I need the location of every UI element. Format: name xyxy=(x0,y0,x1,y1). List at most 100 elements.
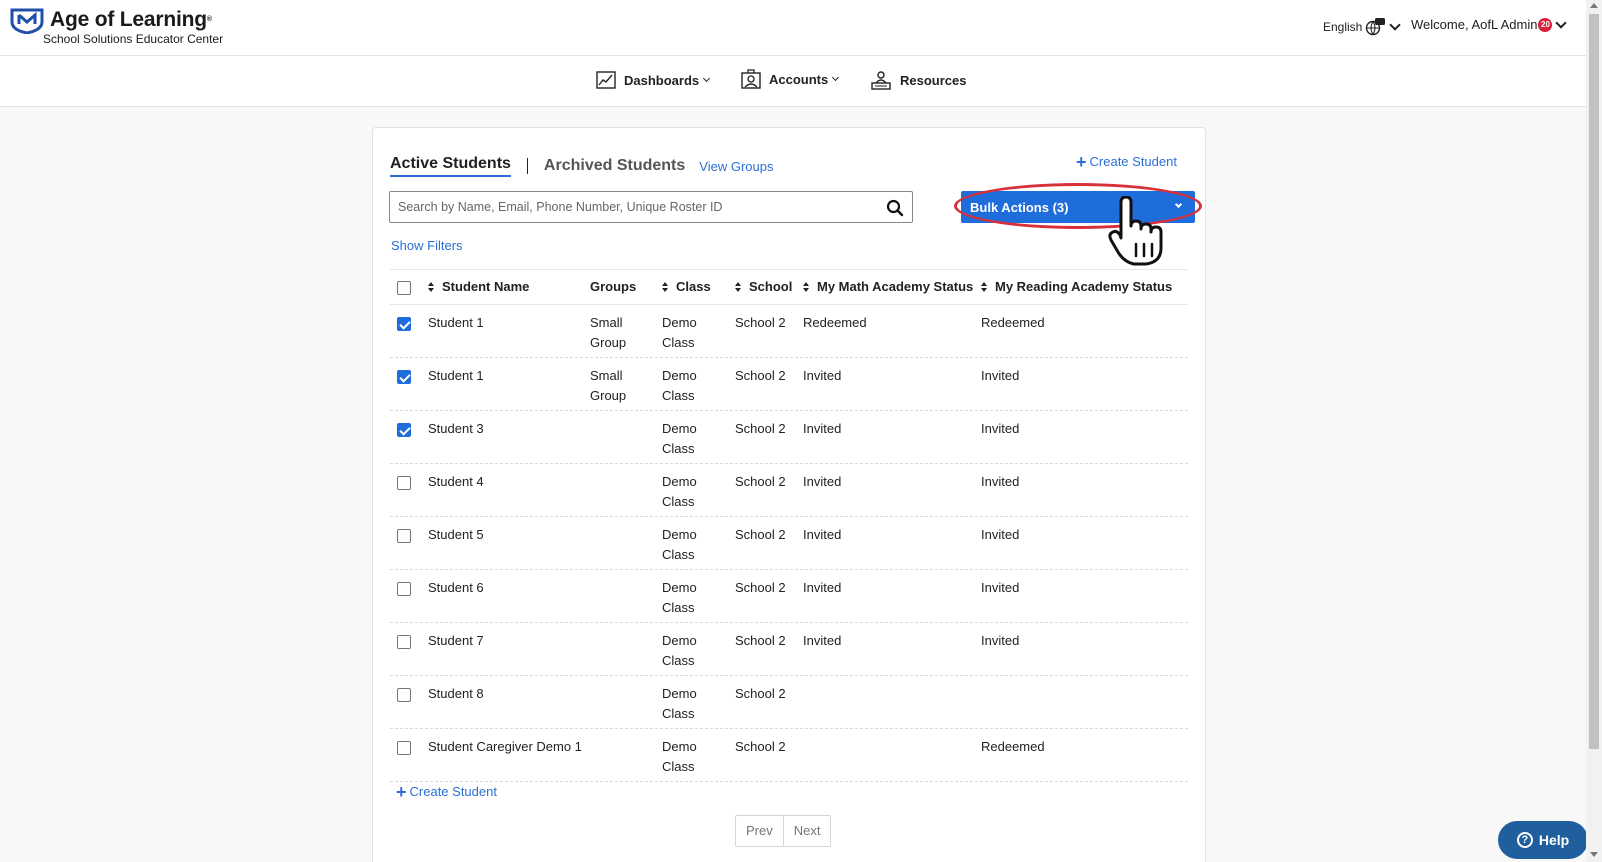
cell-class-line: Class xyxy=(662,653,695,668)
table-row[interactable]: Student 5 Demo Class School 2 Invited Invited xyxy=(390,517,1188,570)
row-checkbox[interactable] xyxy=(397,582,411,596)
nav-accounts[interactable]: Accounts xyxy=(741,69,840,89)
cell-school: School 2 xyxy=(735,580,786,595)
search-icon[interactable] xyxy=(886,199,904,217)
view-groups-link[interactable]: View Groups xyxy=(699,159,773,174)
nav-accounts-label: Accounts xyxy=(769,71,829,87)
students-table: Student Name Groups Class School My Math… xyxy=(390,269,1188,782)
chevron-down-icon xyxy=(832,73,840,82)
sort-icon xyxy=(428,281,435,292)
cell-math-status: Invited xyxy=(803,474,842,489)
tab-active-students[interactable]: Active Students xyxy=(390,155,511,177)
tab-archived-students[interactable]: Archived Students xyxy=(544,157,685,175)
row-checkbox[interactable] xyxy=(397,423,411,437)
cell-class: Demo Class xyxy=(662,578,697,618)
cell-groups-line: Group xyxy=(590,335,627,350)
bulk-actions-dropdown[interactable]: Bulk Actions (3) xyxy=(961,191,1195,223)
cell-groups-line: Small xyxy=(590,315,623,330)
column-header-class[interactable]: Class xyxy=(662,279,711,294)
language-selector[interactable]: English xyxy=(1323,17,1402,37)
cell-class-line: Class xyxy=(662,706,695,721)
row-checkbox[interactable] xyxy=(397,635,411,649)
show-filters-link[interactable]: Show Filters xyxy=(391,238,463,253)
cell-class-line: Demo xyxy=(662,527,697,542)
cell-reading-status: Invited xyxy=(981,633,1020,648)
cell-student-name: Student Caregiver Demo 1 xyxy=(428,739,582,754)
cell-school: School 2 xyxy=(735,315,786,330)
table-row[interactable]: Student 4 Demo Class School 2 Invited Invited xyxy=(390,464,1188,517)
table-row[interactable]: Student 3 Demo Class School 2 Invited Invited xyxy=(390,411,1188,464)
brand-subtitle: School Solutions Educator Center xyxy=(43,32,224,46)
chevron-down-icon xyxy=(703,74,711,83)
cell-school: School 2 xyxy=(735,421,786,436)
scroll-up-arrow-icon[interactable] xyxy=(1590,3,1598,8)
cell-school: School 2 xyxy=(735,527,786,542)
search-input[interactable] xyxy=(390,192,870,222)
sort-icon xyxy=(981,281,988,292)
nav-resources[interactable]: Resources xyxy=(870,69,966,91)
plus-icon: + xyxy=(396,781,407,802)
cell-class: Demo Class xyxy=(662,631,697,671)
create-student-button[interactable]: + Create Student xyxy=(1076,151,1177,172)
next-page-button[interactable]: Next xyxy=(782,816,831,846)
cell-class: Demo Class xyxy=(662,419,697,459)
cell-class: Demo Class xyxy=(662,684,697,724)
student-tabs: Active Students Archived Students View G… xyxy=(390,155,773,177)
cell-math-status: Invited xyxy=(803,421,842,436)
cell-class-line: Class xyxy=(662,441,695,456)
cell-class-line: Class xyxy=(662,547,695,562)
cell-class-line: Class xyxy=(662,494,695,509)
search-box xyxy=(389,191,913,223)
top-header: Age of Learning® School Solutions Educat… xyxy=(0,0,1586,56)
table-row[interactable]: Student 1 Small Group Demo Class School 2 Invi… xyxy=(390,358,1188,411)
table-row[interactable]: Student 8 Demo Class School 2 xyxy=(390,676,1188,729)
nav-dashboards[interactable]: Dashboards xyxy=(596,71,711,89)
create-student-label: Create Student xyxy=(1089,154,1177,169)
column-header-math-status[interactable]: My Math Academy Status xyxy=(803,279,973,294)
sort-icon xyxy=(662,281,669,292)
table-row[interactable]: Student 6 Demo Class School 2 Invited Invited xyxy=(390,570,1188,623)
cell-student-name: Student 1 xyxy=(428,368,484,383)
brand-logo[interactable]: Age of Learning® School Solutions Educat… xyxy=(10,8,223,46)
chevron-down-icon xyxy=(1174,200,1183,209)
prev-page-button[interactable]: Prev xyxy=(736,816,783,846)
tab-divider xyxy=(526,158,528,174)
column-header-student-name[interactable]: Student Name xyxy=(428,279,529,294)
sort-icon xyxy=(803,281,810,292)
column-header-school[interactable]: School xyxy=(735,279,792,294)
cell-student-name: Student 8 xyxy=(428,686,484,701)
plus-icon: + xyxy=(1076,151,1087,172)
cell-class-line: Demo xyxy=(662,315,697,330)
create-student-bottom-button[interactable]: + Create Student xyxy=(396,781,497,802)
row-checkbox[interactable] xyxy=(397,529,411,543)
row-checkbox[interactable] xyxy=(397,688,411,702)
row-checkbox[interactable] xyxy=(397,370,411,384)
cell-school: School 2 xyxy=(735,739,786,754)
table-row[interactable]: Student Caregiver Demo 1 Demo Class School … xyxy=(390,729,1188,782)
user-menu[interactable]: Welcome, AofL Admin 20 xyxy=(1411,16,1568,32)
scroll-thumb[interactable] xyxy=(1589,14,1599,749)
chevron-down-icon xyxy=(1389,19,1402,31)
cell-groups: Small Group xyxy=(590,366,626,406)
help-button[interactable]: ? Help xyxy=(1498,821,1588,859)
cell-class: Demo Class xyxy=(662,366,697,406)
row-checkbox[interactable] xyxy=(397,741,411,755)
table-row[interactable]: Student 1 Small Group Demo Class School 2 Rede… xyxy=(390,305,1188,358)
row-checkbox[interactable] xyxy=(397,476,411,490)
cell-student-name: Student 7 xyxy=(428,633,484,648)
row-checkbox[interactable] xyxy=(397,317,411,331)
column-header-reading-status[interactable]: My Reading Academy Status xyxy=(981,279,1172,294)
cell-class-line: Demo xyxy=(662,739,697,754)
cell-class-line: Class xyxy=(662,759,695,774)
cell-reading-status: Invited xyxy=(981,421,1020,436)
nav-dashboards-label: Dashboards xyxy=(624,72,700,88)
page-scrollbar[interactable] xyxy=(1586,0,1602,862)
table-row[interactable]: Student 7 Demo Class School 2 Invited Invited xyxy=(390,623,1188,676)
resources-icon xyxy=(871,71,891,90)
cell-math-status: Redeemed xyxy=(803,315,867,330)
cell-class-line: Demo xyxy=(662,580,697,595)
select-all-checkbox[interactable] xyxy=(397,281,411,295)
cell-class-line: Demo xyxy=(662,686,697,701)
scroll-down-arrow-icon[interactable] xyxy=(1590,852,1598,857)
cell-class-line: Class xyxy=(662,600,695,615)
